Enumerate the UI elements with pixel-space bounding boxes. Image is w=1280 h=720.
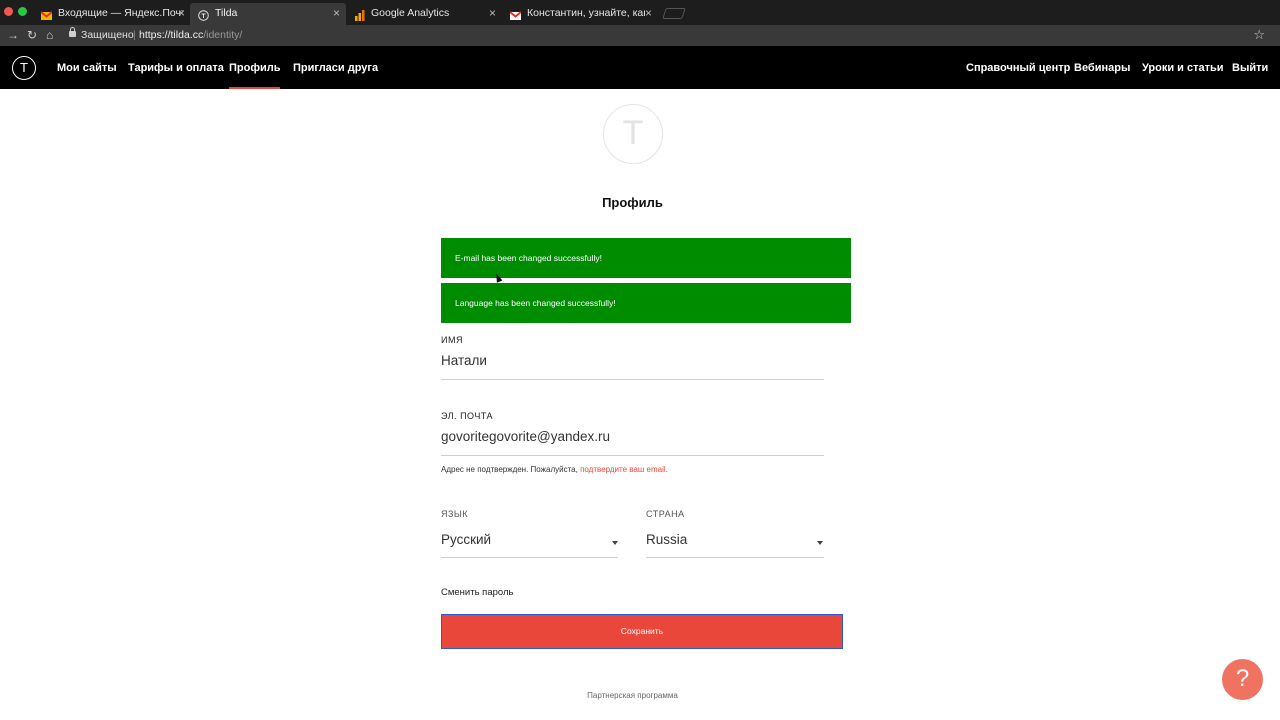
bookmark-star-icon[interactable]: ☆ [1253,27,1265,43]
language-select-underline [441,557,618,558]
new-tab-button[interactable] [662,8,686,19]
alert-email-changed: E-mail has been changed successfully! [441,238,851,278]
language-select[interactable]: Русский [441,532,491,547]
site-header: Т Мои сайты Тарифы и оплата Профиль Приг… [0,46,1280,89]
close-icon[interactable]: × [645,3,652,24]
nav-my-sites[interactable]: Мои сайты [57,62,117,74]
email-unconfirmed-hint: Адрес не подтвержден. Пожалуйста, подтве… [441,465,668,474]
email-field[interactable]: govoritegovorite@yandex.ru [441,429,610,444]
country-label: СТРАНА [646,509,685,519]
name-field-underline [441,379,824,380]
address-bar: → ↻ ⌂ Защищено | https://tilda.cc/identi… [0,25,1280,46]
nav-profile[interactable]: Профиль [229,62,281,89]
nav-lessons-articles[interactable]: Уроки и статьи [1142,62,1224,74]
tab-google-analytics[interactable]: Google Analytics × [346,3,502,25]
secure-label: Защищено [81,29,134,41]
url-field[interactable]: https://tilda.cc/identity/ [139,29,242,41]
browser-tabbar: Входящие — Яндекс.Почта × Tilda × Google… [0,0,1280,25]
lock-icon [69,27,76,37]
window-zoom-button[interactable] [18,7,27,16]
gmail-icon [509,8,522,20]
save-button[interactable]: Сохранить [441,614,843,649]
nav-plans-payment[interactable]: Тарифы и оплата [128,62,224,74]
nav-help-center[interactable]: Справочный центр [966,62,1070,74]
nav-webinars[interactable]: Вебинары [1074,62,1130,74]
name-label: ИМЯ [441,335,463,345]
avatar[interactable]: Т [603,104,663,164]
email-field-underline [441,455,824,456]
name-field[interactable]: Натали [441,353,487,368]
language-label: ЯЗЫК [441,509,469,519]
back-icon[interactable]: → [7,28,19,42]
separator: | [133,29,136,41]
window-close-button[interactable] [4,7,13,16]
tab-email-konstantin[interactable]: Константин, узнайте, какие н × [502,3,658,25]
close-icon[interactable]: × [178,3,185,24]
country-select[interactable]: Russia [646,532,687,547]
url-host: https://tilda.cc [139,29,204,41]
tilda-logo[interactable]: Т [12,56,36,80]
alert-language-changed: Language has been changed successfully! [441,283,851,323]
url-path: /identity/ [203,29,243,41]
tilda-icon [198,8,209,21]
confirm-email-link[interactable]: подтвердите ваш email. [580,465,668,474]
reload-icon[interactable]: ↻ [27,28,37,42]
analytics-icon [354,8,365,21]
chevron-down-icon[interactable] [612,541,618,545]
help-button[interactable]: ? [1222,659,1263,700]
change-password-link[interactable]: Сменить пароль [441,587,513,598]
country-select-underline [646,557,824,558]
close-icon[interactable]: × [333,3,340,24]
email-label: ЭЛ. ПОЧТА [441,411,494,421]
home-icon[interactable]: ⌂ [46,28,53,42]
page-title: Профиль [602,195,663,210]
nav-invite-friend[interactable]: Пригласи друга [293,62,378,74]
tab-yandex-mail[interactable]: Входящие — Яндекс.Почта × [33,3,191,25]
partner-program-link[interactable]: Партнерская программа [560,691,705,700]
gmail-icon [40,8,53,20]
chevron-down-icon[interactable] [817,541,823,545]
tab-tilda[interactable]: Tilda × [190,3,346,25]
close-icon[interactable]: × [489,3,496,24]
nav-logout[interactable]: Выйти [1232,62,1268,74]
